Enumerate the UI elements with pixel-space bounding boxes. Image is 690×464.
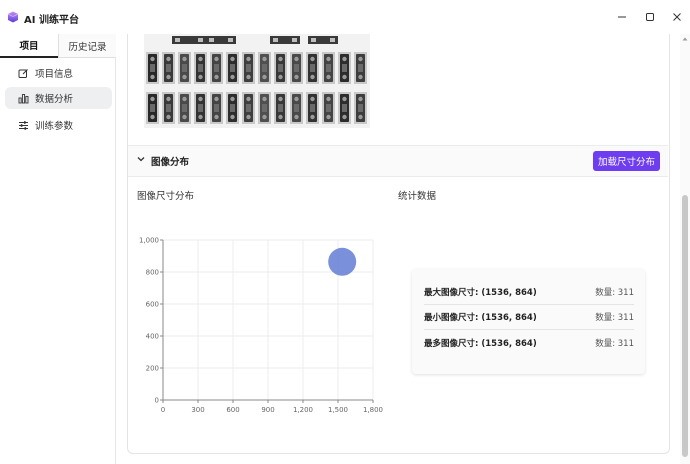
tab-project[interactable]: 项目	[0, 34, 58, 58]
x-tick-label: 0	[161, 406, 165, 414]
sidebar-tabs: 项目 历史记录	[0, 34, 116, 58]
sidebar-item-label: 项目信息	[35, 69, 74, 80]
sidebar-item-label: 训练参数	[35, 121, 74, 132]
scrollbar-thumb[interactable]	[682, 195, 688, 457]
thumbnail-image	[144, 34, 370, 128]
y-tick-label: 0	[155, 397, 159, 405]
y-tick-label: 1,000	[139, 237, 159, 245]
y-tick-label: 200	[146, 365, 159, 373]
stat-label: 最多图像尺寸: (1536, 864)	[424, 338, 537, 349]
sidebar-item-data-analysis[interactable]: 数据分析	[5, 87, 112, 109]
x-tick-label: 600	[226, 406, 239, 414]
minimize-button[interactable]	[612, 8, 632, 26]
tab-history[interactable]: 历史记录	[58, 34, 116, 58]
minimize-icon	[618, 16, 626, 18]
sidebar-item-project-info[interactable]: 项目信息	[5, 62, 112, 84]
chart-title: 图像尺寸分布	[137, 191, 195, 202]
x-tick-label: 1,200	[293, 406, 313, 414]
stat-row-min: 最小图像尺寸: (1536, 864) 数量: 311	[424, 305, 634, 330]
scroll-up-arrow-icon[interactable]	[682, 36, 688, 42]
x-tick-label: 1,800	[363, 406, 383, 414]
maximize-button[interactable]	[640, 8, 660, 26]
stat-count: 数量: 311	[595, 288, 634, 298]
y-tick-label: 600	[146, 301, 159, 309]
chevron-down-icon[interactable]	[136, 154, 146, 164]
title-bar: AI 训练平台	[0, 0, 690, 34]
sliders-icon	[17, 119, 29, 131]
stat-row-max: 最大图像尺寸: (1536, 864) 数量: 311	[424, 280, 634, 305]
stat-label: 最大图像尺寸: (1536, 864)	[424, 288, 537, 298]
y-tick-label: 400	[146, 333, 159, 341]
dataset-thumbnail-grid	[144, 34, 370, 128]
scatter-point[interactable]	[328, 247, 357, 276]
edit-icon	[17, 67, 29, 79]
section-title: 图像分布	[151, 157, 190, 168]
x-tick-label: 300	[191, 406, 204, 414]
close-icon	[673, 13, 681, 21]
size-scatter-chart: 0 300 600 900 1,200 1,500 1,800 0 200 400 600 800 1,…	[139, 237, 383, 415]
stat-count: 数量: 311	[595, 338, 634, 349]
stat-count: 数量: 311	[595, 313, 634, 323]
bar-chart-icon	[17, 92, 29, 104]
y-tick-label: 800	[146, 269, 159, 277]
sidebar-item-label: 数据分析	[35, 94, 74, 105]
stats-title: 统计数据	[398, 191, 437, 202]
app-logo-icon	[7, 11, 19, 23]
close-button[interactable]	[667, 8, 687, 26]
maximize-icon	[646, 13, 654, 21]
stat-row-most: 最多图像尺寸: (1536, 864) 数量: 311	[424, 330, 634, 355]
sidebar: 项目 历史记录 项目信息 数据分析 训练参数	[0, 34, 116, 464]
stat-label: 最小图像尺寸: (1536, 864)	[424, 313, 537, 323]
sidebar-item-training-params[interactable]: 训练参数	[5, 114, 112, 136]
section-header[interactable]	[128, 145, 668, 177]
x-tick-label: 900	[261, 406, 274, 414]
stats-card: 最大图像尺寸: (1536, 864) 数量: 311 最小图像尺寸: (153…	[412, 269, 645, 374]
x-tick-label: 1,500	[328, 406, 348, 414]
load-size-distribution-button[interactable]: 加载尺寸分布	[593, 151, 660, 171]
window-title: AI 训练平台	[24, 15, 79, 26]
